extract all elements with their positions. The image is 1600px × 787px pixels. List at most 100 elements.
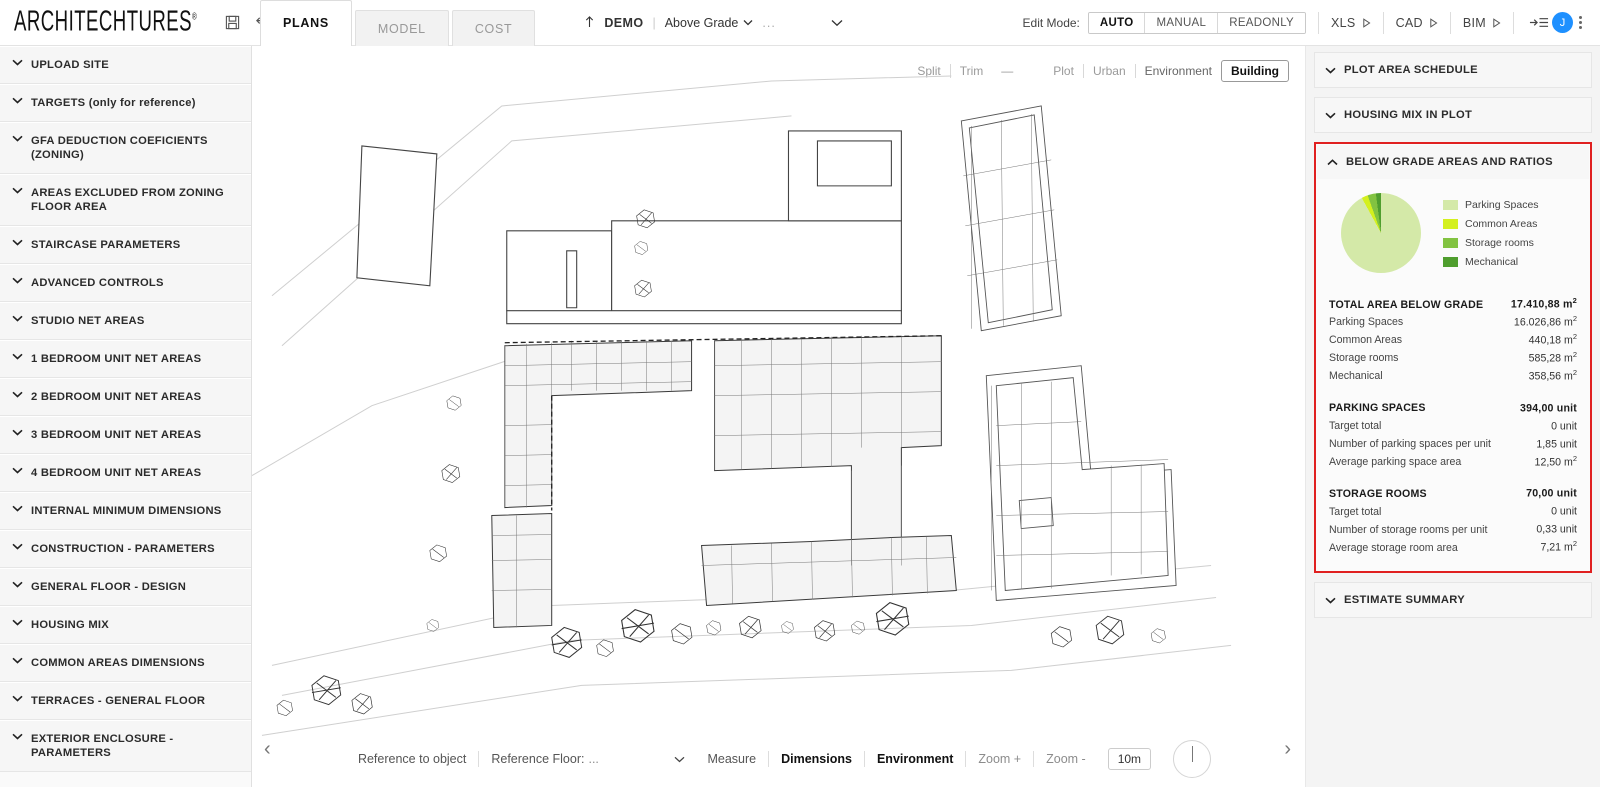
reference-floor-label: Reference Floor: [491,752,585,766]
left-sidebar[interactable]: UPLOAD SITE TARGETS (only for reference)… [0,46,252,787]
edit-mode-auto[interactable]: AUTO [1088,12,1146,33]
sidebar-item-common-areas-dimensions[interactable]: COMMON AREAS DIMENSIONS [0,644,251,682]
reference-to-object-button[interactable]: Reference to object [346,752,478,766]
row-label: STORAGE ROOMS [1329,487,1427,500]
chevron-down-icon [743,20,753,26]
measure-button[interactable]: Measure [695,752,768,766]
collapse-panel-icon[interactable] [1526,13,1552,33]
chevron-down-icon [12,187,23,194]
legend-item: Storage rooms [1443,237,1539,249]
section-header[interactable]: ESTIMATE SUMMARY [1315,583,1591,617]
play-triangle-icon [1430,17,1438,28]
next-floor-button[interactable]: › [1284,739,1291,759]
row-value: 358,56 m2 [1528,367,1577,383]
row-value: 394,00 unit [1520,402,1577,415]
zoom-in-button[interactable]: Zoom + [966,752,1033,766]
sidebar-item-label: 1 BEDROOM UNIT NET AREAS [31,353,202,365]
environment-button[interactable]: Environment [865,752,965,766]
tab-plans[interactable]: PLANS [260,0,352,46]
section-header[interactable]: HOUSING MIX IN PLOT [1315,98,1591,132]
section-header[interactable]: BELOW GRADE AREAS AND RATIOS [1317,145,1589,179]
sidebar-item-areas-excluded[interactable]: AREAS EXCLUDED FROM ZONING FLOOR AREA [0,174,251,226]
grade-selector[interactable]: Above Grade [665,16,754,30]
sidebar-item-label: EXTERIOR ENCLOSURE - PARAMETERS [31,733,174,759]
chevron-down-icon [12,467,23,474]
brand-zone: ARCHITECHTURES® [0,0,301,45]
export-xls-button[interactable]: XLS [1331,16,1371,30]
section-body: Parking Spaces Common Areas Storage room… [1317,179,1589,571]
sidebar-item-construction-parameters[interactable]: CONSTRUCTION - PARAMETERS [0,530,251,568]
sidebar-item-label: 2 BEDROOM UNIT NET AREAS [31,391,202,403]
sidebar-item-housing-mix[interactable]: HOUSING MIX [0,606,251,644]
row-label: Average parking space area [1329,456,1462,469]
compass-north-icon[interactable] [1173,740,1212,778]
chevron-down-icon [12,733,23,740]
project-name[interactable]: DEMO [604,16,643,30]
sidebar-item-2-bedroom-net-areas[interactable]: 2 BEDROOM UNIT NET AREAS [0,378,251,416]
table-row: Common Areas 440,18 m2 [1329,331,1577,349]
kebab-menu-icon[interactable] [1573,16,1588,29]
plan-canvas[interactable]: Split Trim — Plot Urban Environment Buil… [252,46,1306,787]
chevron-down-icon [12,619,23,626]
export-cad-label: CAD [1395,15,1423,30]
sidebar-item-advanced-controls[interactable]: ADVANCED CONTROLS [0,264,251,302]
main-tabs: PLANS MODEL COST [260,0,538,46]
tab-cost[interactable]: COST [451,10,536,46]
play-triangle-icon [1493,17,1501,28]
panel-section-estimate-summary[interactable]: ESTIMATE SUMMARY [1314,582,1592,619]
previous-floor-button[interactable]: ‹ [264,739,271,759]
edit-mode-readonly[interactable]: READONLY [1218,12,1306,33]
sidebar-item-staircase-parameters[interactable]: STAIRCASE PARAMETERS [0,226,251,264]
row-value: 585,28 m2 [1528,349,1577,365]
sidebar-item-1-bedroom-net-areas[interactable]: 1 BEDROOM UNIT NET AREAS [0,340,251,378]
chevron-down-icon [1325,112,1336,119]
chevron-down-icon [1325,597,1336,604]
below-grade-chart: Parking Spaces Common Areas Storage room… [1329,183,1577,281]
sidebar-item-general-floor-design[interactable]: GENERAL FLOOR - DESIGN [0,568,251,606]
legend-label: Storage rooms [1465,236,1534,249]
row-label: Storage rooms [1329,352,1399,365]
save-icon[interactable] [225,13,240,33]
reference-floor-value[interactable]: ... [588,752,674,766]
sidebar-item-targets[interactable]: TARGETS (only for reference) [0,84,251,122]
export-cad-button[interactable]: CAD [1396,16,1438,30]
chevron-down-icon [12,315,23,322]
row-value: 16.026,86 m2 [1513,313,1577,329]
sidebar-item-3-bedroom-net-areas[interactable]: 3 BEDROOM UNIT NET AREAS [0,416,251,454]
scale-indicator[interactable]: 10m [1107,748,1152,770]
right-panel[interactable]: PLOT AREA SCHEDULE HOUSING MIX IN PLOT B… [1306,46,1600,787]
sidebar-item-studio-net-areas[interactable]: STUDIO NET AREAS [0,302,251,340]
sidebar-item-upload-site[interactable]: UPLOAD SITE [0,46,251,84]
export-bim-button[interactable]: BIM [1463,16,1501,30]
table-row: Parking Spaces 16.026,86 m2 [1329,313,1577,331]
table-row: Number of storage rooms per unit 0,33 un… [1329,520,1577,538]
sidebar-item-4-bedroom-net-areas[interactable]: 4 BEDROOM UNIT NET AREAS [0,454,251,492]
zoom-out-button[interactable]: Zoom - [1034,752,1098,766]
avatar[interactable]: J [1552,12,1573,33]
project-ellipsis[interactable]: ... [762,16,775,30]
section-title: HOUSING MIX IN PLOT [1344,109,1473,121]
dimensions-button[interactable]: Dimensions [769,752,864,766]
table-row: Mechanical 358,56 m2 [1329,367,1577,385]
sidebar-item-terraces-general-floor[interactable]: TERRACES - GENERAL FLOOR [0,682,251,720]
row-value: 0 unit [1551,420,1577,433]
sidebar-item-internal-minimum-dimensions[interactable]: INTERNAL MINIMUM DIMENSIONS [0,492,251,530]
table-row: STORAGE ROOMS 70,00 unit [1329,484,1577,502]
row-value: 7,21 m2 [1540,539,1577,554]
edit-mode-manual[interactable]: MANUAL [1145,12,1219,33]
panel-section-below-grade-areas[interactable]: BELOW GRADE AREAS AND RATIOS Parking Spa… [1314,142,1592,574]
row-value: 1,85 unit [1536,438,1577,451]
project-expand-icon[interactable] [831,16,843,30]
sidebar-item-gfa-deduction-coeficients[interactable]: GFA DEDUCTION COEFICIENTS (ZONING) [0,122,251,174]
tab-model[interactable]: MODEL [354,10,449,46]
chevron-down-icon[interactable] [674,752,695,766]
panel-section-plot-area-schedule[interactable]: PLOT AREA SCHEDULE [1314,52,1592,88]
sidebar-item-label: COMMON AREAS DIMENSIONS [31,657,205,669]
legend-item: Common Areas [1443,218,1539,230]
upload-arrow-icon[interactable] [584,15,595,31]
site-plan-drawing [252,75,1232,736]
panel-section-housing-mix-in-plot[interactable]: HOUSING MIX IN PLOT [1314,97,1592,133]
section-title: PLOT AREA SCHEDULE [1344,64,1478,76]
sidebar-item-exterior-enclosure-parameters[interactable]: EXTERIOR ENCLOSURE - PARAMETERS [0,720,251,772]
section-header[interactable]: PLOT AREA SCHEDULE [1315,53,1591,87]
